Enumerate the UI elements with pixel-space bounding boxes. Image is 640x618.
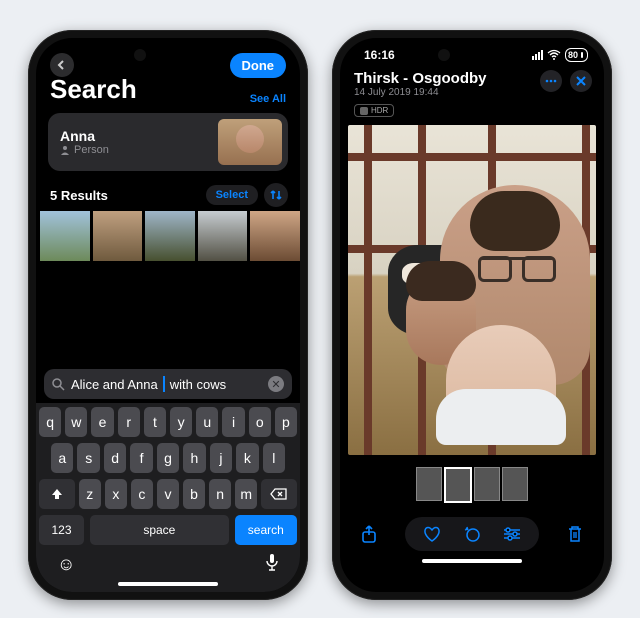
scrubber-thumb-selected[interactable] xyxy=(444,467,472,503)
emoji-key[interactable]: ☺ xyxy=(57,554,75,575)
key-d[interactable]: d xyxy=(104,443,126,473)
result-thumb[interactable] xyxy=(145,211,195,261)
sort-button[interactable] xyxy=(264,183,288,207)
key-y[interactable]: y xyxy=(170,407,192,437)
dictation-key[interactable] xyxy=(265,553,279,576)
hdr-badge: HDR xyxy=(354,104,394,117)
key-m[interactable]: m xyxy=(235,479,257,509)
key-c[interactable]: c xyxy=(131,479,153,509)
key-n[interactable]: n xyxy=(209,479,231,509)
backspace-key[interactable] xyxy=(261,479,297,509)
dynamic-island xyxy=(126,44,210,66)
signal-icon xyxy=(532,50,543,60)
result-thumb[interactable] xyxy=(250,211,300,261)
results-count: 5 Results xyxy=(50,188,108,203)
key-w[interactable]: w xyxy=(65,407,87,437)
dynamic-island xyxy=(430,44,514,66)
done-button[interactable]: Done xyxy=(230,53,287,78)
phone-search: Done Search See All Anna Person xyxy=(28,30,308,600)
key-u[interactable]: u xyxy=(196,407,218,437)
key-x[interactable]: x xyxy=(105,479,127,509)
share-button[interactable] xyxy=(358,523,380,545)
key-z[interactable]: z xyxy=(79,479,101,509)
see-all-link[interactable]: See All xyxy=(250,93,286,105)
key-i[interactable]: i xyxy=(222,407,244,437)
phone-photo-detail: 16:16 80 Thirsk - Osgoodby 14 July 2019 … xyxy=(332,30,612,600)
results-thumbnails xyxy=(36,211,300,261)
close-button[interactable] xyxy=(570,70,592,92)
search-key[interactable]: search xyxy=(235,515,297,545)
photo-location-title: Thirsk - Osgoodby xyxy=(354,70,487,87)
result-thumb[interactable] xyxy=(198,211,248,261)
clear-search-button[interactable]: ✕ xyxy=(268,376,284,392)
key-o[interactable]: o xyxy=(249,407,271,437)
more-options-button[interactable] xyxy=(540,70,562,92)
photo-scrubber[interactable] xyxy=(340,467,604,503)
photo-toolbar xyxy=(340,511,604,551)
key-k[interactable]: k xyxy=(236,443,258,473)
photo-datetime: 14 July 2019 19:44 xyxy=(354,87,487,98)
key-q[interactable]: q xyxy=(39,407,61,437)
scrubber-thumb[interactable] xyxy=(474,467,500,501)
adjust-button[interactable] xyxy=(501,523,523,545)
key-s[interactable]: s xyxy=(77,443,99,473)
result-thumb[interactable] xyxy=(93,211,143,261)
key-r[interactable]: r xyxy=(118,407,140,437)
search-token-person[interactable]: Anna Person xyxy=(48,113,288,171)
numbers-key[interactable]: 123 xyxy=(39,515,84,545)
key-e[interactable]: e xyxy=(91,407,113,437)
space-key[interactable]: space xyxy=(90,515,229,545)
search-query-rest: with cows xyxy=(170,377,226,392)
key-h[interactable]: h xyxy=(183,443,205,473)
key-l[interactable]: l xyxy=(263,443,285,473)
shift-key[interactable] xyxy=(39,479,75,509)
key-f[interactable]: f xyxy=(130,443,152,473)
photo-viewer[interactable] xyxy=(348,125,596,455)
person-icon xyxy=(60,145,70,155)
favorite-button[interactable] xyxy=(421,523,443,545)
keyboard: qwertyuiop asdfghjkl zxcvbnm 123 space s… xyxy=(36,403,300,592)
key-j[interactable]: j xyxy=(210,443,232,473)
page-title: Search xyxy=(50,74,137,105)
result-thumb[interactable] xyxy=(40,211,90,261)
wifi-icon xyxy=(547,50,561,60)
key-p[interactable]: p xyxy=(275,407,297,437)
person-name: Anna xyxy=(60,128,109,144)
home-indicator[interactable] xyxy=(118,582,218,586)
battery-indicator: 80 xyxy=(565,48,588,62)
text-cursor xyxy=(163,376,165,392)
key-b[interactable]: b xyxy=(183,479,205,509)
search-icon xyxy=(52,378,65,391)
key-v[interactable]: v xyxy=(157,479,179,509)
status-time: 16:16 xyxy=(364,48,395,62)
home-indicator[interactable] xyxy=(422,559,522,563)
key-t[interactable]: t xyxy=(144,407,166,437)
enhance-button[interactable] xyxy=(461,523,483,545)
key-g[interactable]: g xyxy=(157,443,179,473)
delete-button[interactable] xyxy=(564,523,586,545)
back-button[interactable] xyxy=(50,53,74,77)
select-button[interactable]: Select xyxy=(206,185,258,205)
search-query-prefix: Alice and Anna xyxy=(71,377,158,392)
person-avatar xyxy=(218,119,282,165)
search-input[interactable]: Alice and Anna with cows ✕ xyxy=(44,369,292,399)
scrubber-thumb[interactable] xyxy=(502,467,528,501)
key-a[interactable]: a xyxy=(51,443,73,473)
person-type: Person xyxy=(60,144,109,156)
scrubber-thumb[interactable] xyxy=(416,467,442,501)
